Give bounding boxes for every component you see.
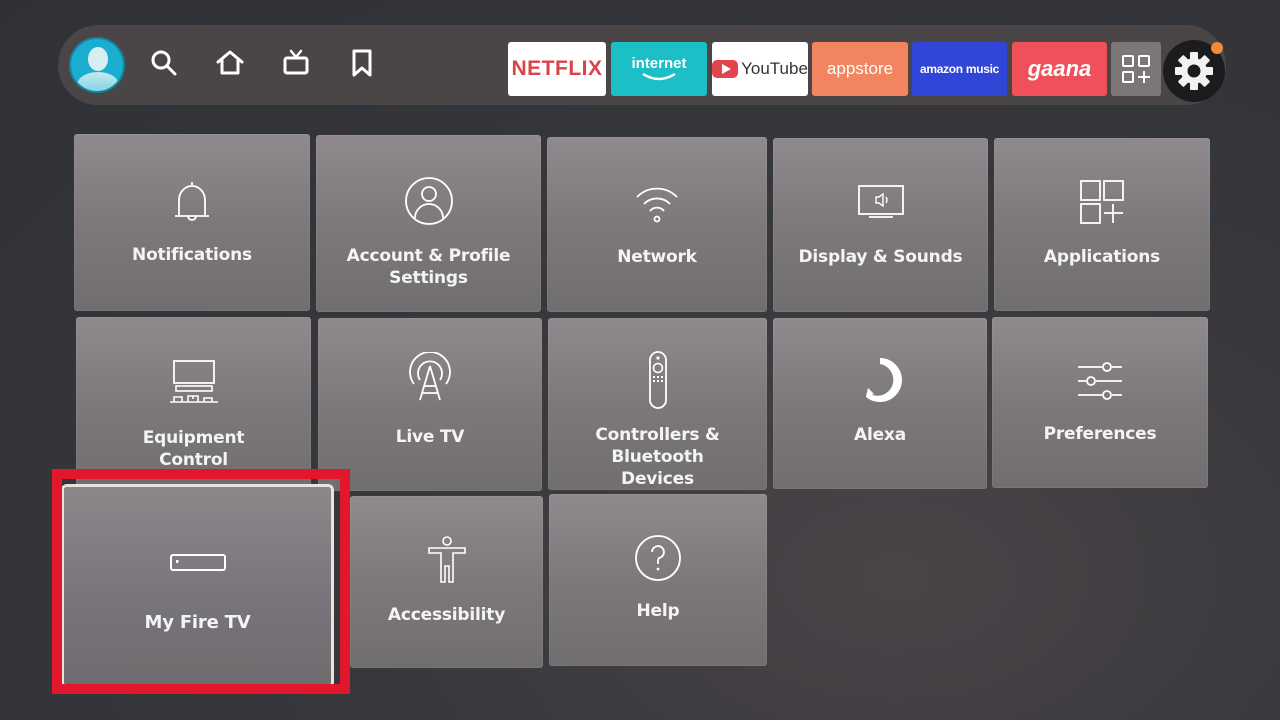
display-sound-icon xyxy=(855,176,907,228)
sliders-icon xyxy=(1074,355,1126,407)
app-gaana[interactable]: gaana xyxy=(1012,42,1107,96)
tile-display-sounds[interactable]: Display & Sounds xyxy=(773,138,988,312)
equipment-icon xyxy=(168,355,220,407)
tv-icon[interactable] xyxy=(280,47,312,79)
app-internet[interactable]: internet xyxy=(611,42,707,96)
tile-notifications[interactable]: Notifications xyxy=(74,134,310,311)
tile-accessibility[interactable]: Accessibility xyxy=(350,496,543,668)
all-apps-button[interactable] xyxy=(1111,42,1161,96)
tile-live-tv[interactable]: Live TV xyxy=(318,318,542,491)
youtube-play-icon xyxy=(712,60,739,78)
tile-equipment-control[interactable]: Equipment Control xyxy=(76,317,311,490)
home-icon[interactable] xyxy=(214,47,246,79)
accessibility-icon xyxy=(421,534,473,586)
app-appstore[interactable]: appstore xyxy=(812,42,908,96)
fire-tv-device-icon xyxy=(168,537,228,589)
gear-icon xyxy=(1175,52,1213,90)
tile-alexa[interactable]: Alexa xyxy=(773,318,987,489)
tile-help[interactable]: Help xyxy=(549,494,767,666)
tile-controllers-bluetooth[interactable]: Controllers & Bluetooth Devices xyxy=(548,318,767,490)
tile-applications[interactable]: Applications xyxy=(994,138,1210,311)
wifi-icon xyxy=(631,177,683,229)
tile-network[interactable]: Network xyxy=(547,137,767,312)
tile-preferences[interactable]: Preferences xyxy=(992,317,1208,488)
search-icon[interactable] xyxy=(148,47,180,79)
tile-account-profile-settings[interactable]: Account & Profile Settings xyxy=(316,135,541,312)
bell-icon xyxy=(166,174,218,226)
help-icon xyxy=(632,532,684,584)
tile-my-fire-tv[interactable]: My Fire TV xyxy=(64,487,331,685)
app-youtube[interactable]: YouTube xyxy=(712,42,808,96)
alexa-icon xyxy=(854,354,906,406)
avatar-icon xyxy=(88,47,108,71)
notification-dot xyxy=(1211,42,1223,54)
app-netflix[interactable]: NETFLIX xyxy=(508,42,606,96)
antenna-icon xyxy=(404,351,456,404)
apps-icon xyxy=(1076,176,1128,228)
app-amazon-music[interactable]: amazon music xyxy=(912,42,1007,96)
remote-icon xyxy=(632,350,684,410)
bookmark-icon[interactable] xyxy=(346,47,378,79)
user-circle-icon xyxy=(403,175,455,227)
smile-arrow-icon xyxy=(642,72,676,81)
grid-plus-icon xyxy=(1122,55,1150,83)
profile-avatar[interactable] xyxy=(69,37,125,93)
